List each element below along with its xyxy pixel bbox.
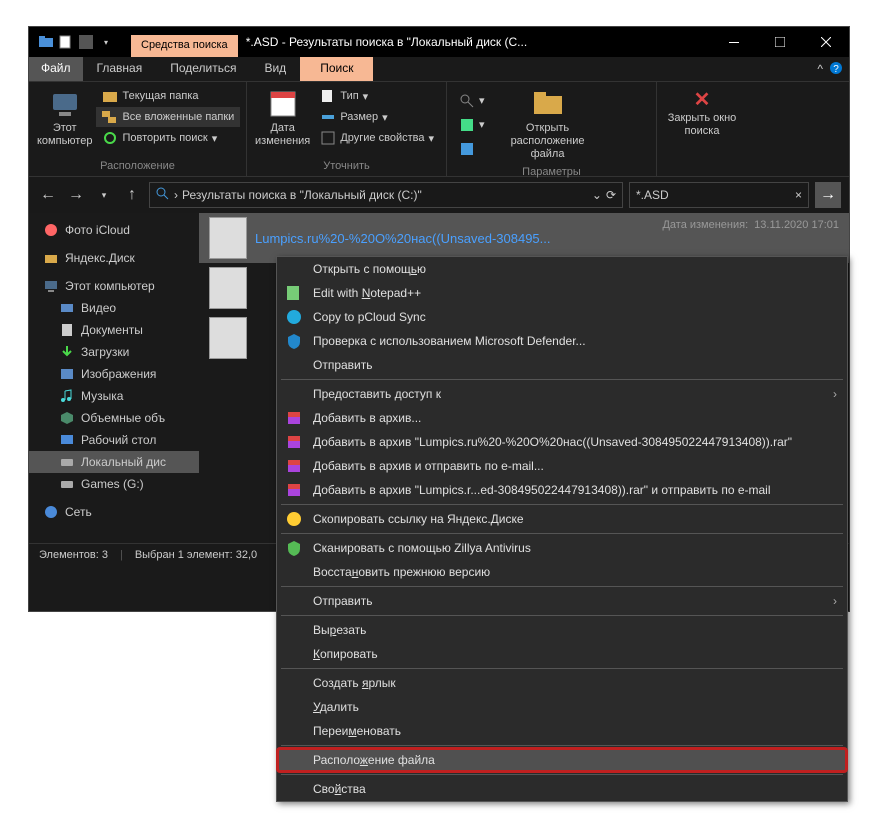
sidebar-item-music[interactable]: Музыка: [29, 385, 199, 407]
ctx-rar-email-named[interactable]: Добавить в архив "Lumpics.r...ed-3084950…: [277, 478, 847, 502]
date-value: 13.11.2020 17:01: [754, 219, 839, 231]
search-go-button[interactable]: →: [815, 182, 841, 208]
search-result-icon: [156, 187, 170, 204]
forward-button[interactable]: →: [65, 184, 87, 206]
refresh-icon[interactable]: ⟳: [606, 188, 616, 202]
sidebar: Фото iCloud Яндекс.Диск Этот компьютер В…: [29, 213, 199, 543]
save-search-button[interactable]: [453, 139, 491, 159]
ctx-zillya[interactable]: Сканировать с помощью Zillya Antivirus: [277, 536, 847, 560]
file-icon: [209, 267, 247, 309]
tool-tab[interactable]: Средства поиска: [131, 35, 238, 57]
ctx-send-to[interactable]: Отправить›: [277, 589, 847, 613]
this-pc-button[interactable]: Этот компьютер: [35, 86, 94, 150]
window-title: *.ASD - Результаты поиска в "Локальный д…: [246, 35, 527, 49]
address-text: Результаты поиска в "Локальный диск (C:)…: [182, 188, 588, 202]
ctx-send[interactable]: Отправить: [277, 353, 847, 377]
sidebar-item-images[interactable]: Изображения: [29, 363, 199, 385]
status-selection: Выбран 1 элемент: 32,0: [135, 549, 257, 561]
menu-home[interactable]: Главная: [83, 57, 157, 81]
ctx-notepad[interactable]: Edit with Notepad++: [277, 281, 847, 305]
sidebar-item-desktop[interactable]: Рабочий стол: [29, 429, 199, 451]
sidebar-item-icloud[interactable]: Фото iCloud: [29, 219, 199, 241]
open-file-location-button[interactable]: Открыть расположение файла: [493, 86, 603, 164]
menu-view[interactable]: Вид: [250, 57, 300, 81]
close-x-icon: ✕: [694, 88, 711, 112]
address-bar[interactable]: › Результаты поиска в "Локальный диск (C…: [149, 182, 623, 208]
recent-dropdown-icon[interactable]: ▾: [93, 184, 115, 206]
qa-new-icon[interactable]: [57, 33, 75, 51]
addr-dropdown-icon[interactable]: ⌄: [592, 188, 602, 202]
ctx-rename[interactable]: Переименовать: [277, 719, 847, 743]
menubar: Файл Главная Поделиться Вид Поиск ^ ?: [29, 57, 849, 81]
ctx-rar-add-named[interactable]: Добавить в архив "Lumpics.ru%20-%20O%20н…: [277, 430, 847, 454]
qa-dropdown-icon[interactable]: ▾: [97, 33, 115, 51]
all-subfolders-button[interactable]: Все вложенные папки: [96, 107, 240, 127]
help-icon[interactable]: ?: [829, 61, 843, 78]
ctx-cut[interactable]: Вырезать: [277, 618, 847, 642]
group-params-label: Параметры: [453, 164, 650, 180]
titlebar: ▾ Средства поиска *.ASD - Результаты пои…: [29, 27, 849, 57]
app-icon: [37, 33, 55, 51]
search-input[interactable]: *.ASD ×: [629, 182, 809, 208]
svg-text:?: ?: [833, 64, 839, 75]
ctx-yadisk-copy[interactable]: Скопировать ссылку на Яндекс.Диске: [277, 507, 847, 531]
minimize-button[interactable]: [711, 27, 757, 57]
ctx-rar-email[interactable]: Добавить в архив и отправить по e-mail..…: [277, 454, 847, 478]
group-refine-label: Уточнить: [253, 158, 440, 174]
sidebar-item-yadisk[interactable]: Яндекс.Диск: [29, 247, 199, 269]
current-folder-button[interactable]: Текущая папка: [96, 86, 240, 106]
qa-down-icon[interactable]: [77, 33, 95, 51]
date-modified-button[interactable]: Дата изменения: [253, 86, 312, 150]
sidebar-item-3d[interactable]: Объемные объ: [29, 407, 199, 429]
ctx-share-access[interactable]: Предоставить доступ к›: [277, 382, 847, 406]
ribbon: Этот компьютер Текущая папка Все вложенн…: [29, 81, 849, 177]
close-search-button[interactable]: ✕ Закрыть окно поиска: [663, 86, 741, 140]
file-icon: [209, 217, 247, 259]
chevron-right-icon: ›: [833, 594, 837, 608]
close-button[interactable]: [803, 27, 849, 57]
nav-row: ← → ▾ ↑ › Результаты поиска в "Локальный…: [29, 177, 849, 213]
maximize-button[interactable]: [757, 27, 803, 57]
sidebar-item-downloads[interactable]: Загрузки: [29, 341, 199, 363]
context-menu: Открыть с помощью Edit with Notepad++ Co…: [276, 256, 848, 802]
ctx-defender[interactable]: Проверка с использованием Microsoft Defe…: [277, 329, 847, 353]
ribbon-collapse-icon[interactable]: ^: [817, 62, 823, 76]
up-button[interactable]: ↑: [121, 184, 143, 206]
other-props-button[interactable]: Другие свойства ▾: [314, 128, 440, 148]
status-count: Элементов: 3: [39, 549, 108, 561]
ctx-restore-version[interactable]: Восстановить прежнюю версию: [277, 560, 847, 584]
menu-search[interactable]: Поиск: [300, 57, 373, 81]
type-button[interactable]: Тип ▾: [314, 86, 440, 106]
size-button[interactable]: Размер ▾: [314, 107, 440, 127]
menu-file[interactable]: Файл: [29, 57, 83, 81]
chevron-right-icon: ›: [833, 387, 837, 401]
group-location-label: Расположение: [35, 158, 240, 174]
menu-share[interactable]: Поделиться: [156, 57, 250, 81]
ctx-create-shortcut[interactable]: Создать ярлык: [277, 671, 847, 695]
sidebar-item-network[interactable]: Сеть: [29, 501, 199, 523]
sidebar-item-localc[interactable]: Локальный дис: [29, 451, 199, 473]
sidebar-item-games[interactable]: Games (G:): [29, 473, 199, 495]
recent-searches-button[interactable]: ▾: [453, 91, 491, 111]
ctx-rar-add[interactable]: Добавить в архив...: [277, 406, 847, 430]
ctx-file-location[interactable]: Расположение файла: [277, 748, 847, 772]
clear-search-icon[interactable]: ×: [795, 188, 802, 202]
advanced-params-button[interactable]: ▾: [453, 115, 491, 135]
repeat-search-button[interactable]: Повторить поиск ▾: [96, 128, 240, 148]
sidebar-item-video[interactable]: Видео: [29, 297, 199, 319]
ctx-delete[interactable]: Удалить: [277, 695, 847, 719]
file-icon: [209, 317, 247, 359]
sidebar-item-thispc[interactable]: Этот компьютер: [29, 275, 199, 297]
ctx-pcloud[interactable]: Copy to pCloud Sync: [277, 305, 847, 329]
ctx-open-with[interactable]: Открыть с помощью: [277, 257, 847, 281]
back-button[interactable]: ←: [37, 184, 59, 206]
ctx-copy[interactable]: Копировать: [277, 642, 847, 666]
ctx-properties[interactable]: Свойства: [277, 777, 847, 801]
file-name: Lumpics.ru%20-%20O%20нас((Unsaved-308495…: [255, 231, 551, 246]
sidebar-item-docs[interactable]: Документы: [29, 319, 199, 341]
date-label: Дата изменения:: [662, 219, 748, 231]
